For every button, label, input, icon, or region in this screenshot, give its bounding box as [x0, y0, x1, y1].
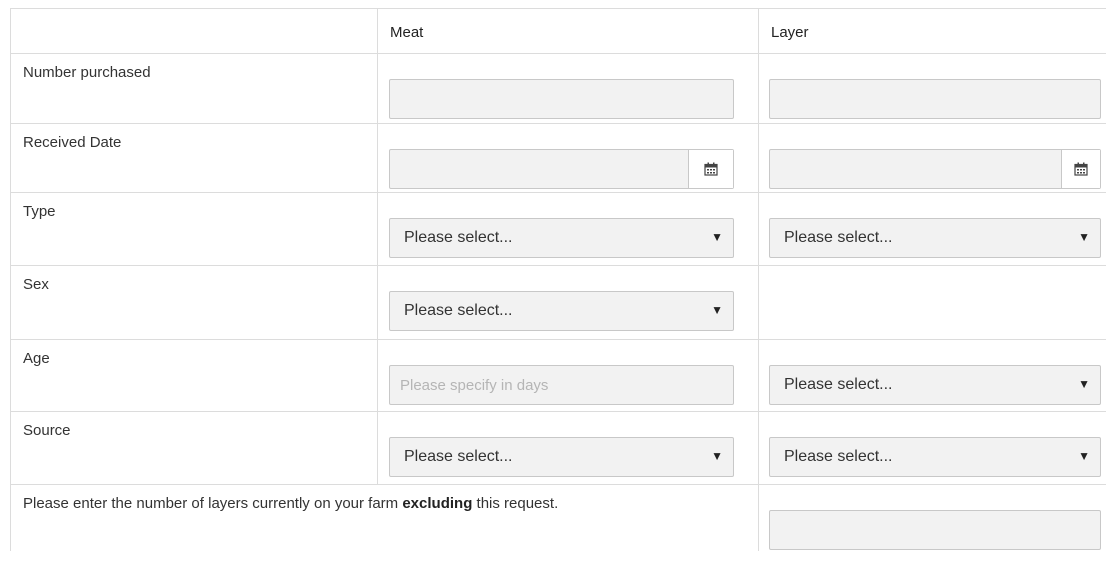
meat-sex-select[interactable]: Please select... ▼ — [389, 291, 734, 331]
dropdown-arrow-icon: ▼ — [1078, 230, 1090, 244]
current-layers-input[interactable] — [769, 510, 1101, 550]
row-number-purchased: Number purchased — [10, 54, 1106, 124]
source-label: Source — [23, 422, 71, 439]
layer-source-select[interactable]: Please select... ▼ — [769, 437, 1101, 477]
row-type: Type Please select... ▼ Please select...… — [10, 193, 1106, 266]
dropdown-arrow-icon: ▼ — [711, 303, 723, 317]
chick-purchase-form-table: Meat Layer Number purchased Received Dat… — [10, 8, 1106, 551]
calendar-icon — [1074, 162, 1088, 176]
number-purchased-label: Number purchased — [23, 64, 151, 81]
meat-source-select[interactable]: Please select... ▼ — [389, 437, 734, 477]
meat-number-purchased-input[interactable] — [389, 79, 734, 119]
meat-received-date-input[interactable] — [389, 149, 734, 189]
row-received-date: Received Date — [10, 124, 1106, 193]
layer-received-date-input[interactable] — [769, 149, 1101, 189]
current-layers-label-suffix: this request. — [472, 495, 559, 512]
meat-type-select-value: Please select... — [404, 229, 513, 246]
current-layers-label-prefix: Please enter the number of layers curren… — [23, 495, 403, 512]
dropdown-arrow-icon: ▼ — [1078, 377, 1090, 391]
layer-date-picker-button[interactable] — [1061, 150, 1100, 188]
row-age: Age Please specify in days Please select… — [10, 340, 1106, 412]
row-current-layers: Please enter the number of layers curren… — [10, 485, 1106, 551]
type-label: Type — [23, 203, 56, 220]
layer-type-select-value: Please select... — [784, 229, 893, 246]
meat-date-picker-button[interactable] — [688, 150, 733, 188]
layer-type-select[interactable]: Please select... ▼ — [769, 218, 1101, 258]
layer-number-purchased-input[interactable] — [769, 79, 1101, 119]
header-layer: Layer — [771, 24, 809, 41]
sex-label: Sex — [23, 276, 49, 293]
layer-age-select-value: Please select... — [784, 376, 893, 393]
header-meat: Meat — [378, 9, 759, 53]
calendar-icon — [704, 162, 718, 176]
layer-source-select-value: Please select... — [784, 448, 893, 465]
meat-age-input[interactable]: Please specify in days — [389, 365, 734, 405]
current-layers-label-emphasis: excluding — [402, 495, 473, 512]
header-row: Meat Layer — [10, 9, 1106, 54]
layer-age-select[interactable]: Please select... ▼ — [769, 365, 1101, 405]
row-sex: Sex Please select... ▼ — [10, 266, 1106, 340]
meat-age-placeholder: Please specify in days — [400, 377, 549, 394]
meat-type-select[interactable]: Please select... ▼ — [389, 218, 734, 258]
meat-source-select-value: Please select... — [404, 448, 513, 465]
age-label: Age — [23, 350, 50, 367]
layer-sex-empty-cell — [759, 266, 1106, 339]
row-source: Source Please select... ▼ Please select.… — [10, 412, 1106, 485]
current-layers-label: Please enter the number of layers curren… — [11, 485, 758, 512]
meat-sex-select-value: Please select... — [404, 302, 513, 319]
dropdown-arrow-icon: ▼ — [711, 230, 723, 244]
received-date-label: Received Date — [23, 134, 122, 151]
dropdown-arrow-icon: ▼ — [711, 449, 723, 463]
header-empty-cell — [10, 9, 378, 53]
dropdown-arrow-icon: ▼ — [1078, 449, 1090, 463]
